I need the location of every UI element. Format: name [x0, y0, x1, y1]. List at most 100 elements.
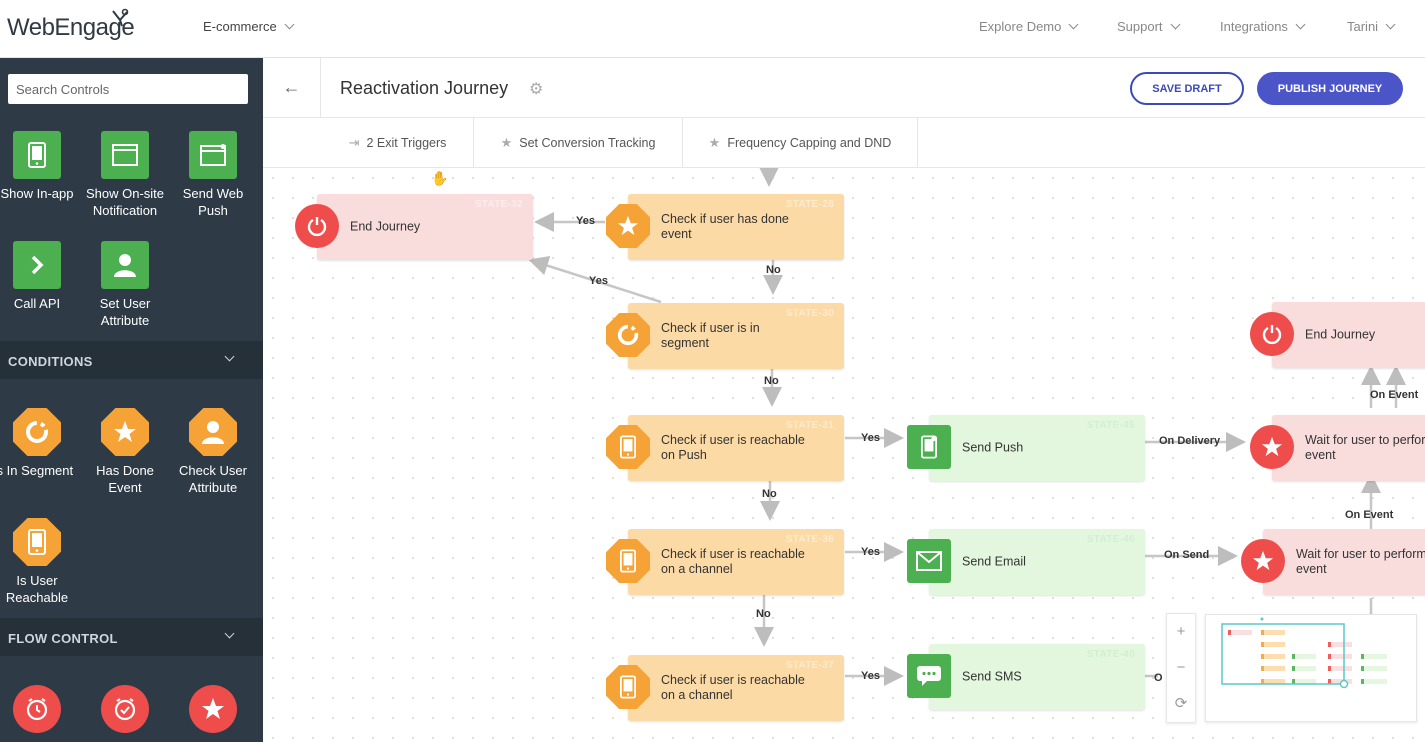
control-call-api[interactable]: Call API — [0, 241, 81, 312]
tab-exit-triggers[interactable]: ⇥ 2 Exit Triggers — [322, 118, 474, 168]
nav-integrations[interactable]: Integrations — [1220, 19, 1306, 34]
chevron-down-icon — [224, 351, 235, 362]
search-controls-input[interactable] — [8, 74, 248, 104]
node-check-reachable-channel[interactable]: STATE-36 Check if user is reachable on a… — [628, 529, 844, 595]
publish-journey-button[interactable]: PUBLISH JOURNEY — [1257, 72, 1403, 105]
top-bar: WebEngage E-commerce Explore Demo Suppor… — [0, 0, 1425, 58]
chevron-down-icon — [1385, 19, 1396, 30]
tab-conversion-tracking[interactable]: ★ Set Conversion Tracking — [474, 118, 683, 168]
control-label: Call API — [13, 296, 61, 311]
node-check-reachable-channel[interactable]: STATE-37 Check if user is reachable on a… — [628, 655, 844, 721]
node-send-sms[interactable]: STATE-40 Send SMS — [929, 644, 1145, 710]
node-label: Send Push — [962, 440, 1024, 455]
control-check-user-attribute[interactable]: Check User Attribute — [169, 408, 257, 496]
control-label: Set User Attribute — [99, 296, 151, 328]
control-is-user-reachable[interactable]: Is User Reachable — [0, 518, 81, 606]
control-wait-timer[interactable] — [0, 685, 81, 739]
control-show-on-site-notification[interactable]: Show On-site Notification — [81, 131, 169, 219]
journey-header: ← Reactivation Journey ⚙ SAVE DRAFT PUBL… — [263, 58, 1425, 118]
node-wait-for-event[interactable]: Wait for user to perform event — [1272, 415, 1425, 481]
chevron-down-icon — [224, 628, 235, 639]
edge-label-no: No — [756, 608, 771, 620]
nav-support[interactable]: Support — [1117, 19, 1180, 34]
control-set-user-attribute[interactable]: Set User Attribute — [81, 241, 169, 329]
mobile-icon — [13, 131, 61, 179]
zoom-in-button[interactable]: + — [1167, 614, 1195, 650]
edge-label-on-event-partial: O — [1154, 672, 1163, 684]
node-check-reachable-push[interactable]: STATE-31 Check if user is reachable on P… — [628, 415, 844, 481]
edge-label-yes: Yes — [589, 275, 608, 287]
node-label: Check if user is in segment — [661, 321, 760, 350]
control-label: Show On-site Notification — [85, 186, 165, 218]
gear-icon[interactable]: ⚙ — [529, 79, 543, 99]
state-id: STATE-46 — [1086, 534, 1135, 545]
flow-control-section-header[interactable]: FLOW CONTROL — [0, 618, 263, 656]
zoom-out-button[interactable]: − — [1167, 650, 1195, 686]
conditions-section-header[interactable]: CONDITIONS — [0, 341, 263, 379]
control-is-in-segment[interactable]: Is In Segment — [0, 408, 81, 479]
product-selector[interactable]: E-commerce — [203, 19, 295, 34]
chevron-right-icon — [13, 241, 61, 289]
user-icon — [101, 241, 149, 289]
node-check-has-done-event[interactable]: STATE-28 Check if user has done event — [628, 194, 844, 260]
hand-cursor-icon: ✋ — [431, 170, 449, 186]
controls-sidebar: Show In-app Show On-site Notification Se… — [0, 58, 263, 742]
node-end-journey[interactable]: End Journey — [1272, 302, 1425, 368]
user-icon — [189, 408, 237, 456]
control-show-in-app[interactable]: Show In-app — [0, 131, 81, 202]
control-has-done-event[interactable]: Has Done Event — [81, 408, 169, 496]
mobile-icon — [13, 518, 61, 566]
exit-door-icon: ⇥ — [348, 135, 360, 150]
control-send-web-push[interactable]: Send Web Push — [169, 131, 257, 219]
reset-zoom-icon[interactable]: ⟳ — [1167, 686, 1195, 722]
edge-label-yes: Yes — [576, 215, 595, 227]
push-mobile-icon — [907, 425, 951, 469]
minimap-preview — [1221, 617, 1387, 689]
timer-icon — [13, 685, 61, 733]
node-label: Send Email — [962, 554, 1026, 569]
nav-label: Explore Demo — [979, 19, 1062, 34]
browser-push-icon — [189, 131, 237, 179]
node-wait-for-event[interactable]: Wait for user to perform event — [1263, 529, 1425, 595]
edge-label-yes: Yes — [861, 670, 880, 682]
nav-explore-demo[interactable]: Explore Demo — [979, 19, 1079, 34]
nav-user-menu[interactable]: Tarini — [1347, 19, 1396, 34]
star-icon — [101, 408, 149, 456]
minimap[interactable] — [1205, 614, 1417, 722]
tab-frequency-capping[interactable]: ★ Frequency Capping and DND — [683, 118, 918, 168]
node-check-in-segment[interactable]: STATE-30 Check if user is in segment — [628, 303, 844, 369]
state-id: STATE-28 — [785, 199, 834, 210]
nav-label: Integrations — [1220, 19, 1288, 34]
node-label: Check if user is reachable on Push — [661, 433, 805, 462]
sms-bubble-icon — [907, 654, 951, 698]
save-draft-button[interactable]: SAVE DRAFT — [1130, 72, 1244, 105]
node-send-push[interactable]: STATE-45 Send Push — [929, 415, 1145, 481]
journey-settings-bar: ⇥ 2 Exit Triggers ★ Set Conversion Track… — [263, 118, 1425, 168]
control-wait-until[interactable] — [81, 685, 169, 739]
chevron-down-icon — [1295, 19, 1306, 30]
edge-label-yes: Yes — [861, 432, 880, 444]
journey-title[interactable]: Reactivation Journey — [340, 78, 508, 99]
node-label: Wait for user to perform event — [1305, 433, 1425, 462]
state-id: STATE-30 — [785, 308, 834, 319]
timer-check-icon — [101, 685, 149, 733]
tab-label: Frequency Capping and DND — [727, 136, 892, 150]
section-title: CONDITIONS — [8, 354, 93, 369]
node-label: End Journey — [1305, 327, 1376, 342]
node-label: Check if user is reachable on a channel — [661, 673, 805, 702]
back-arrow-icon[interactable]: ← — [263, 58, 321, 118]
tab-label: 2 Exit Triggers — [366, 136, 447, 150]
state-id: STATE-40 — [1086, 649, 1135, 660]
product-name: E-commerce — [203, 19, 277, 34]
star-icon — [1250, 425, 1294, 469]
edge-label-on-send: On Send — [1164, 549, 1210, 561]
control-label: Has Done Event — [96, 463, 154, 495]
journey-canvas[interactable]: Yes No Yes No Yes No On Delivery Yes On … — [263, 168, 1425, 742]
edge-label-no: No — [766, 264, 781, 276]
node-end-journey[interactable]: STATE-32 End Journey — [317, 194, 533, 260]
power-icon — [295, 204, 339, 248]
control-wait-for-event[interactable] — [169, 685, 257, 739]
node-send-email[interactable]: STATE-46 Send Email — [929, 529, 1145, 595]
star-icon — [1241, 539, 1285, 583]
control-label: Show In-app — [0, 186, 74, 201]
